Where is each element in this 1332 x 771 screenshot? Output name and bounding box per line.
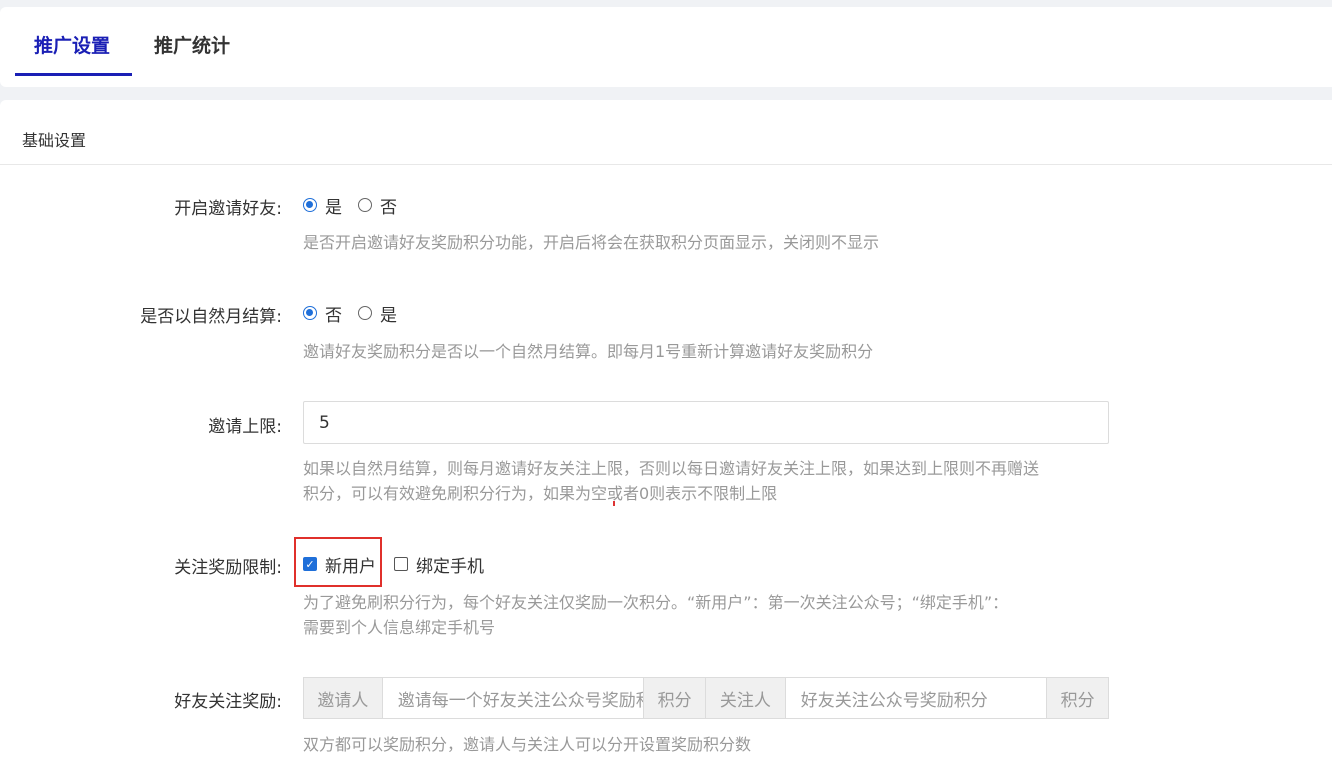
inviter-points-input[interactable]: 邀请每一个好友关注公众号奖励积分 — [382, 678, 645, 718]
invite-enable-yes-label[interactable]: 是 — [325, 193, 342, 218]
section-header: 基础设置 — [0, 100, 1332, 165]
invite-enable-no-label[interactable]: 否 — [380, 193, 397, 218]
invite-enable-yes-radio[interactable] — [303, 198, 317, 212]
bind-phone-checkbox[interactable] — [394, 557, 408, 571]
invite-enable-label: 开启邀请好友: — [174, 199, 282, 219]
tab-promotion-settings[interactable]: 推广设置 — [34, 31, 110, 58]
settings-card: 基础设置 开启邀请好友: 是 否 是否开启邀请好友奖励积分功能，开启后将会在获取… — [0, 100, 1332, 771]
monthly-settle-help: 邀请好友奖励积分是否以一个自然月结算。即每月1号重新计算邀请好友奖励积分 — [303, 342, 874, 361]
invite-enable-help: 是否开启邀请好友奖励积分功能，开启后将会在获取积分页面显示，关闭则不显示 — [303, 233, 880, 252]
active-tab-indicator — [15, 73, 132, 76]
invite-limit-help-line1: 如果以自然月结算，则每月邀请好友关注上限，否则以每日邀请好友关注上限，如果达到上… — [303, 459, 1040, 478]
follow-reward-help: 双方都可以奖励积分，邀请人与关注人可以分开设置奖励积分数 — [303, 735, 752, 754]
monthly-settle-yes-radio[interactable] — [358, 306, 372, 320]
monthly-settle-no-label[interactable]: 否 — [325, 301, 342, 326]
invite-limit-label: 邀请上限: — [208, 417, 282, 437]
follow-reward-label: 好友关注奖励: — [174, 692, 282, 712]
tabs-bar: 推广设置 推广统计 — [0, 7, 1332, 87]
red-caret-mark — [613, 501, 615, 506]
section-title: 基础设置 — [22, 131, 87, 150]
inviter-addon: 邀请人 — [304, 678, 383, 718]
follow-restrict-label: 关注奖励限制: — [174, 558, 282, 578]
invite-limit-input[interactable]: 5 — [303, 401, 1109, 444]
highlight-annotation-box — [294, 537, 382, 587]
follow-restrict-help-line1: 为了避免刷积分行为，每个好友关注仅奖励一次积分。“新用户”：第一次关注公众号；“… — [303, 593, 1009, 612]
points-addon-follower: 积分 — [1047, 678, 1108, 718]
invite-limit-help-line2: 积分，可以有效避免刷积分行为，如果为空或者0则表示不限制上限 — [303, 484, 778, 503]
monthly-settle-yes-label[interactable]: 是 — [380, 301, 397, 326]
follower-points-input[interactable]: 好友关注公众号奖励积分 — [785, 678, 1048, 718]
invite-enable-no-radio[interactable] — [358, 198, 372, 212]
bind-phone-label[interactable]: 绑定手机 — [416, 552, 484, 577]
monthly-settle-label: 是否以自然月结算: — [140, 307, 282, 327]
tab-promotion-stats[interactable]: 推广统计 — [154, 31, 230, 58]
invite-enable-radio-group: 是 否 — [303, 193, 413, 218]
follow-restrict-help-line2: 需要到个人信息绑定手机号 — [303, 618, 496, 637]
points-addon-inviter: 积分 — [644, 678, 706, 718]
follow-reward-input-group: 邀请人 邀请每一个好友关注公众号奖励积分 积分 关注人 好友关注公众号奖励积分 … — [303, 677, 1109, 719]
follower-addon: 关注人 — [706, 678, 786, 718]
monthly-settle-no-radio[interactable] — [303, 306, 317, 320]
monthly-settle-radio-group: 否 是 — [303, 301, 413, 326]
